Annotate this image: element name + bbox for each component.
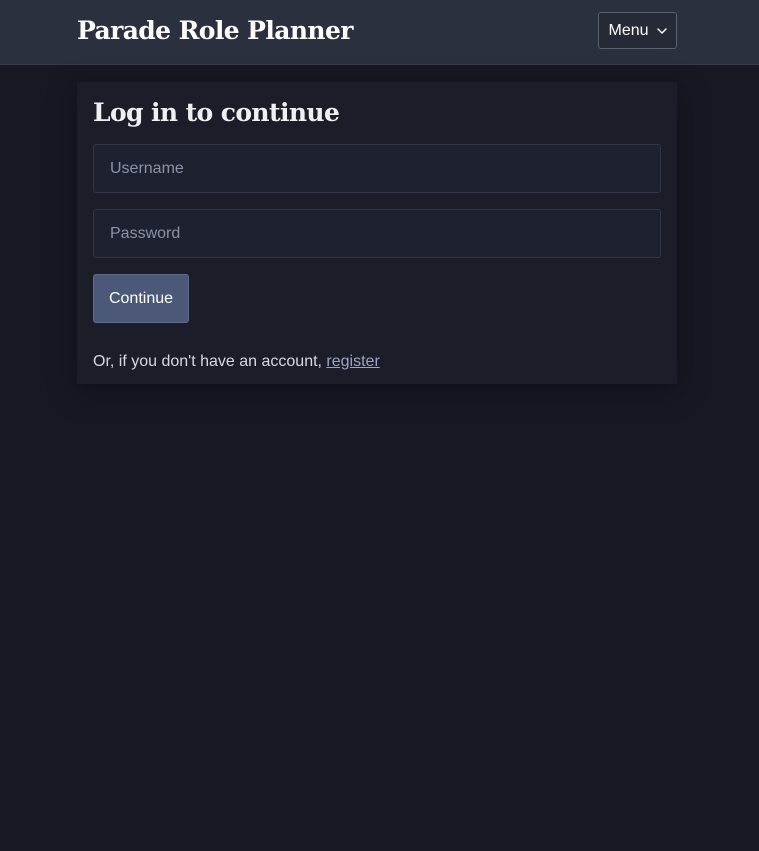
password-input[interactable] [93,209,661,258]
page-title: Log in to continue [93,98,340,127]
menu-button-label: Menu [608,21,649,39]
app-header: Parade Role Planner Menu [0,0,759,65]
username-input[interactable] [93,144,661,193]
register-prompt: Or, if you don't have an account, regist… [93,352,380,372]
login-card: Log in to continue Continue Or, if you d… [77,82,677,384]
chevron-down-icon [656,27,667,34]
continue-button[interactable]: Continue [93,274,189,323]
register-prefix-text: Or, if you don't have an account, [93,353,327,370]
register-link[interactable]: register [326,353,379,370]
menu-button[interactable]: Menu [598,12,677,49]
app-title[interactable]: Parade Role Planner [77,14,353,48]
